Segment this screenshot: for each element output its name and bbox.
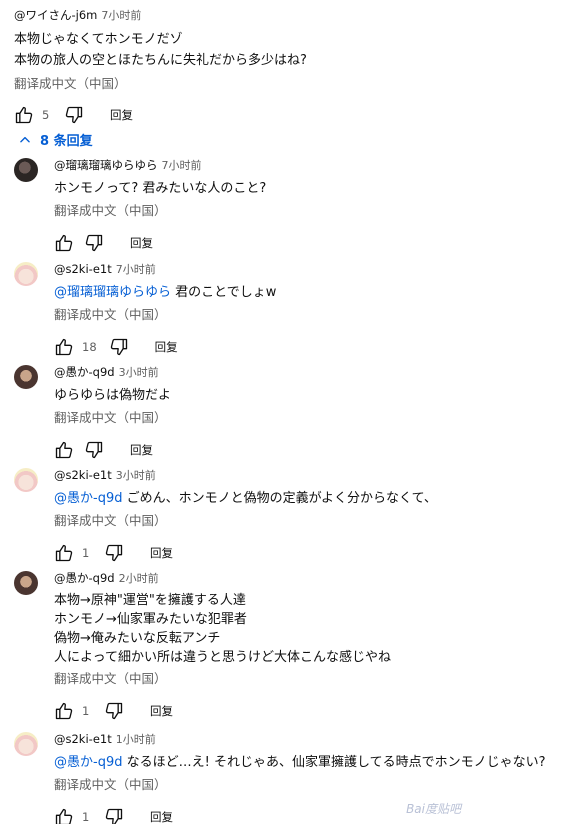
like-count: 5 — [42, 108, 50, 122]
reply-button[interactable]: 回复 — [150, 809, 173, 824]
reply-mention[interactable]: @愚か-q9d — [54, 491, 122, 506]
avatar[interactable] — [14, 365, 38, 389]
reply-time[interactable]: 3小时前 — [119, 366, 159, 379]
translate-link[interactable]: 翻译成中文（中国） — [54, 511, 564, 531]
like-icon[interactable] — [54, 440, 74, 460]
reply-button[interactable]: 回复 — [150, 545, 173, 561]
reply-author[interactable]: @s2ki-e1t — [54, 262, 112, 276]
like-icon[interactable] — [54, 543, 74, 563]
reply-text: 本物→原神"運営"を擁護する人達 ホンモノ→仙家軍みたいな犯罪者 偽物→俺みたい… — [54, 593, 391, 665]
comment-meta: @ワイさん-j6m 7小时前 — [14, 6, 564, 25]
reply-text: 君のことでしょw — [175, 285, 277, 300]
reply-mention[interactable]: @瑠璃瑠璃ゆらゆら — [54, 285, 171, 300]
comment-text: 本物じゃなくてホンモノだゾ 本物の旅人の空とほたちんに失礼だから多少はね? — [14, 32, 307, 68]
reply-author[interactable]: @s2ki-e1t — [54, 468, 112, 482]
like-count: 1 — [82, 704, 90, 718]
reply-button[interactable]: 回复 — [155, 339, 178, 355]
reply-text: なるほど…え! それじゃあ、仙家軍擁護してる時点でホンモノじゃない? — [126, 755, 546, 770]
reply-time[interactable]: 7小时前 — [162, 159, 202, 172]
reply-time[interactable]: 7小时前 — [116, 263, 156, 276]
reply-text: ごめん、ホンモノと偽物の定義がよく分からなくて、 — [126, 491, 437, 506]
reply-button[interactable]: 回复 — [130, 235, 153, 251]
dislike-icon[interactable] — [84, 233, 104, 253]
reply-author[interactable]: @瑠璃瑠璃ゆらゆら — [54, 158, 158, 172]
reply-text: ホンモノって? 君みたいな人のこと? — [54, 181, 267, 196]
avatar[interactable] — [14, 732, 38, 756]
translate-link[interactable]: 翻译成中文（中国） — [54, 201, 564, 221]
dislike-icon[interactable] — [104, 543, 124, 563]
translate-link[interactable]: 翻译成中文（中国） — [54, 305, 564, 325]
translate-link[interactable]: 翻译成中文（中国） — [54, 408, 564, 428]
like-count: 1 — [82, 810, 90, 824]
chevron-up-icon — [20, 136, 30, 142]
reply-text: ゆらゆらは偽物だよ — [54, 388, 172, 403]
dislike-icon[interactable] — [104, 807, 124, 824]
like-count: 18 — [82, 340, 97, 354]
like-icon[interactable] — [14, 105, 34, 125]
translate-link[interactable]: 翻译成中文（中国） — [14, 74, 564, 94]
reply-author[interactable]: @s2ki-e1t — [54, 732, 112, 746]
comment-time[interactable]: 7小时前 — [101, 9, 141, 22]
comment-author[interactable]: @ワイさん-j6m — [14, 8, 97, 22]
translate-link[interactable]: 翻译成中文（中国） — [54, 669, 564, 689]
reply-button[interactable]: 回复 — [130, 442, 153, 458]
reply-button[interactable]: 回复 — [110, 107, 133, 123]
reply-author[interactable]: @愚か-q9d — [54, 365, 115, 379]
reply-time[interactable]: 3小时前 — [116, 469, 156, 482]
reply-author[interactable]: @愚か-q9d — [54, 571, 115, 585]
comment-actions: 5 回复 — [14, 102, 564, 128]
replies-count-label: 8 条回复 — [40, 134, 93, 149]
top-comment: @ワイさん-j6m 7小时前 本物じゃなくてホンモノだゾ 本物の旅人の空とほたちん… — [14, 6, 564, 128]
like-count: 1 — [82, 546, 90, 560]
reply-time[interactable]: 1小时前 — [116, 733, 156, 746]
dislike-icon[interactable] — [64, 105, 84, 125]
like-icon[interactable] — [54, 701, 74, 721]
reply-mention[interactable]: @愚か-q9d — [54, 755, 122, 770]
watermark: Bai度贴吧 — [406, 802, 461, 816]
avatar[interactable] — [14, 158, 38, 182]
like-icon[interactable] — [54, 807, 74, 824]
reply-button[interactable]: 回复 — [150, 703, 173, 719]
avatar[interactable] — [14, 262, 38, 286]
avatar[interactable] — [14, 571, 38, 595]
replies-toggle[interactable]: 8 条回复 — [18, 130, 93, 149]
like-icon[interactable] — [54, 233, 74, 253]
avatar[interactable] — [14, 468, 38, 492]
dislike-icon[interactable] — [109, 337, 129, 357]
reply-time[interactable]: 2小时前 — [119, 572, 159, 585]
dislike-icon[interactable] — [104, 701, 124, 721]
like-icon[interactable] — [54, 337, 74, 357]
dislike-icon[interactable] — [84, 440, 104, 460]
translate-link[interactable]: 翻译成中文（中国） — [54, 775, 564, 795]
